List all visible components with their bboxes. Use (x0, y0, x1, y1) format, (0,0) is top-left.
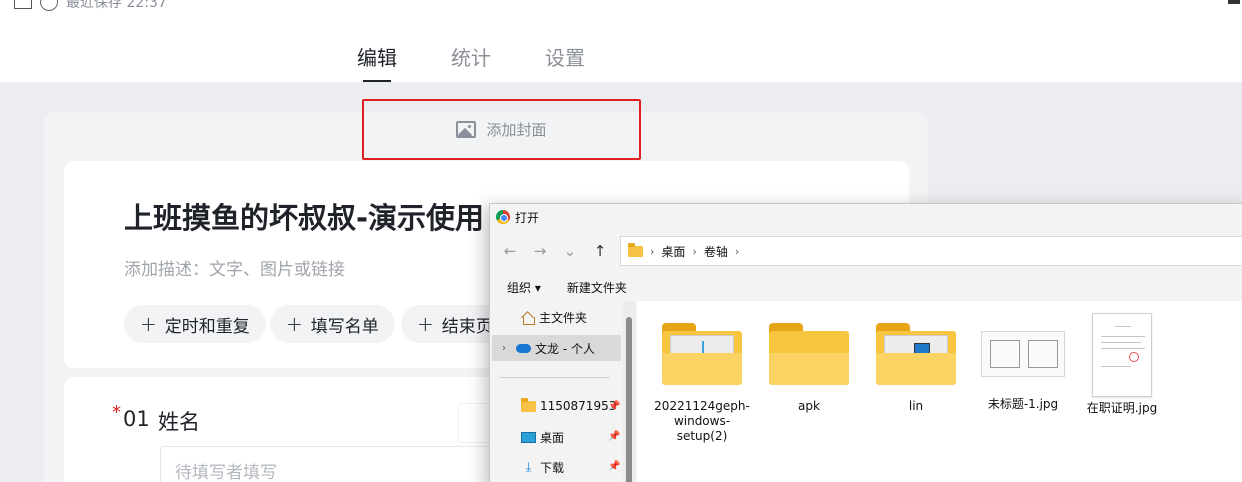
dialog-toolbar: 组织 ▾ 新建文件夹 (490, 274, 1242, 300)
download-icon: ⤓ (525, 460, 532, 475)
pin-icon[interactable]: 📌 (608, 401, 620, 412)
new-folder-button[interactable]: 新建文件夹 (567, 279, 627, 296)
file-name: lin (908, 399, 924, 413)
home-icon (521, 312, 535, 325)
pin-icon[interactable]: 📌 (608, 431, 620, 442)
form-description-input[interactable]: 添加描述：文字、图片或链接 (124, 255, 345, 280)
desktop-icon (521, 432, 536, 443)
folder-icon (662, 323, 742, 385)
plus-icon: + (417, 312, 434, 336)
schedule-repeat-button[interactable]: + 定时和重复 (124, 305, 266, 343)
required-mark: * (112, 402, 121, 423)
chip-label: 填写名单 (310, 316, 379, 337)
dialog-nav-row: ← → ⌄ ↑ › 桌面 › 卷轴 › (490, 234, 1242, 268)
organize-menu[interactable]: 组织 ▾ (507, 279, 541, 296)
folder-icon (769, 323, 849, 385)
question-number: 01 (123, 407, 150, 431)
file-item[interactable]: 20221124geph-windows-setup(2) (652, 323, 752, 444)
form-title[interactable]: 上班摸鱼的坏叔叔-演示使用 (124, 195, 484, 237)
file-name: 未标题-1.jpg (987, 397, 1059, 411)
chevron-right-icon[interactable]: › (502, 343, 506, 354)
chip-label: 定时和重复 (164, 316, 250, 337)
image-thumbnail (981, 331, 1065, 377)
file-item[interactable]: 未标题-1.jpg (973, 331, 1073, 412)
nav-item-home[interactable]: 主文件夹 (521, 309, 587, 326)
breadcrumb-desktop[interactable]: 桌面 (661, 243, 685, 260)
forward-button[interactable]: → (525, 242, 555, 260)
file-item[interactable]: lin (866, 323, 966, 414)
file-item[interactable]: 在职证明.jpg (1072, 313, 1172, 416)
plus-icon: + (286, 312, 303, 336)
tab-settings[interactable]: 设置 (545, 42, 585, 82)
folder-icon (521, 397, 536, 412)
chevron-right-icon[interactable]: › (692, 245, 696, 258)
file-item[interactable]: apk (759, 323, 859, 414)
save-status-text: 最近保存 22:37 (66, 0, 167, 11)
nav-item-folder[interactable]: 1150871953 (521, 397, 616, 413)
document-thumbnail (1092, 313, 1152, 397)
recent-locations-button[interactable]: ⌄ (555, 242, 585, 260)
folder-icon (876, 323, 956, 385)
nav-item-downloads[interactable]: ⤓ 下载 (521, 459, 564, 476)
file-list-pane: 20221124geph-windows-setup(2) apk lin 未标… (637, 301, 1242, 482)
address-bar[interactable]: › 桌面 › 卷轴 › (620, 236, 1242, 266)
onedrive-icon (516, 343, 531, 353)
window-control-icon[interactable] (1228, 0, 1240, 4)
file-name: 20221124geph-windows-setup(2) (654, 399, 750, 443)
breadcrumb-scroll[interactable]: 卷轴 (704, 243, 728, 260)
file-open-dialog: 打开 ← → ⌄ ↑ › 桌面 › 卷轴 › 组织 ▾ 新建文件夹 主文件夹 ›… (489, 203, 1242, 482)
nav-item-desktop[interactable]: 桌面 (521, 429, 564, 446)
file-name: 在职证明.jpg (1086, 401, 1158, 415)
tab-edit[interactable]: 编辑 (357, 42, 397, 82)
scroll-thumb[interactable] (626, 317, 632, 482)
tab-stats[interactable]: 统计 (451, 42, 491, 82)
chrome-icon (496, 210, 510, 224)
nav-divider (500, 377, 610, 378)
nav-scrollbar[interactable] (623, 301, 635, 482)
folder-icon (628, 242, 643, 257)
chip-label: 结束页 (441, 316, 493, 337)
image-icon (456, 121, 477, 138)
dialog-title: 打开 (515, 210, 540, 225)
top-header: 最近保存 22:37 编辑 统计 设置 (0, 0, 1242, 82)
add-cover-label: 添加封面 (486, 121, 547, 139)
fill-list-button[interactable]: + 填写名单 (270, 305, 395, 343)
save-status: 最近保存 22:37 (14, 0, 167, 12)
back-button[interactable]: ← (495, 242, 525, 260)
question-label[interactable]: 姓名 (158, 406, 200, 436)
pin-icon[interactable]: 📌 (608, 461, 620, 472)
chevron-right-icon[interactable]: › (650, 245, 654, 258)
file-name: apk (798, 399, 820, 413)
chevron-right-icon[interactable]: › (735, 245, 739, 258)
plus-icon: + (140, 312, 157, 336)
answer-input[interactable]: 待填写者填写 (160, 446, 500, 482)
add-cover-button[interactable]: 添加封面 (362, 99, 641, 160)
document-icon[interactable] (14, 0, 32, 9)
up-button[interactable]: ↑ (585, 242, 615, 260)
dialog-titlebar: 打开 (490, 204, 1242, 230)
nav-item-onedrive[interactable]: › 文龙 - 个人 (492, 335, 621, 361)
clock-icon (40, 0, 58, 11)
main-tabs: 编辑 统计 设置 (357, 42, 585, 82)
navigation-pane: 主文件夹 › 文龙 - 个人 1150871953 📌 桌面 📌 ⤓ 下载 📌 (490, 301, 623, 482)
